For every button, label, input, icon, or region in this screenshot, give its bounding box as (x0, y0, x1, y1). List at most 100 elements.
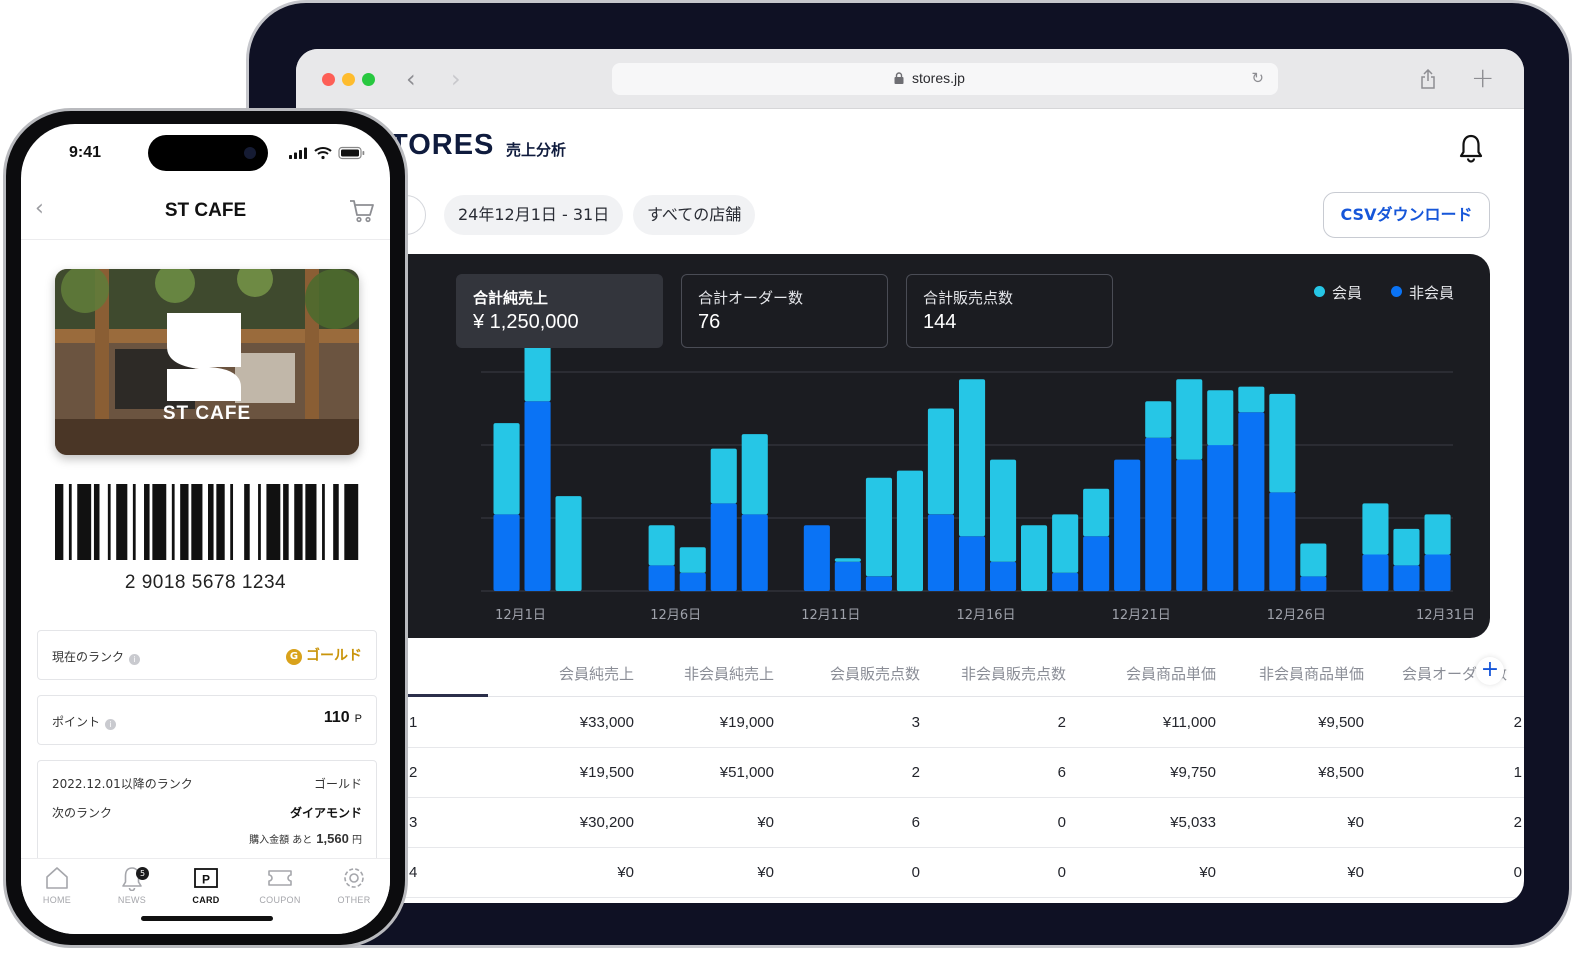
barcode-bar (191, 484, 203, 560)
bar-non-member[interactable] (1207, 445, 1234, 591)
column-header[interactable]: 非会員純売上 (684, 663, 774, 684)
bar-member[interactable] (493, 423, 520, 515)
bar-member[interactable] (927, 408, 954, 515)
reload-icon[interactable]: ↻ (1251, 69, 1264, 87)
bar-non-member[interactable] (990, 561, 1017, 591)
bar-non-member[interactable] (524, 401, 551, 591)
maximize-window-button[interactable] (362, 73, 375, 86)
bar-non-member[interactable] (1176, 459, 1203, 591)
current-rank-row[interactable]: 現在のランク i G ゴールド (37, 630, 377, 680)
bar-member[interactable] (741, 434, 768, 515)
bar-member[interactable] (555, 496, 582, 591)
row-id-cell: 4 (409, 864, 418, 881)
barcode-bar (55, 484, 64, 560)
table-cell: ¥8,500 (1318, 764, 1364, 781)
bar-member[interactable] (896, 470, 923, 592)
bar-non-member[interactable] (1269, 492, 1296, 591)
stat-total-net-sales[interactable]: 合計純売上 ¥ 1,250,000 (456, 274, 663, 348)
bar-non-member[interactable] (1393, 565, 1420, 591)
membership-card[interactable]: ST CAFE (55, 269, 359, 455)
table-row[interactable]: 1 ¥33,000 ¥19,000 3 2 ¥11,000 ¥9,500 2 (296, 698, 1524, 748)
url-text: stores.jp (912, 70, 965, 86)
bar-non-member[interactable] (741, 514, 768, 591)
share-icon[interactable] (1420, 69, 1436, 89)
back-arrow-icon[interactable]: ‹ (406, 65, 416, 93)
legend-member[interactable]: 会員 (1314, 282, 1362, 303)
tab-coupon[interactable]: COUPON (244, 865, 316, 905)
tab-other[interactable]: OTHER (318, 865, 390, 905)
bar-non-member[interactable] (865, 576, 892, 591)
cafe-photo-image (55, 269, 359, 455)
bar-non-member[interactable] (834, 561, 861, 591)
bar-member[interactable] (865, 477, 892, 577)
table-row[interactable]: 2 ¥19,500 ¥51,000 2 6 ¥9,750 ¥8,500 1 (296, 748, 1524, 798)
bar-non-member[interactable] (1424, 554, 1451, 592)
close-window-button[interactable] (322, 73, 335, 86)
csv-download-button[interactable]: CSVダウンロード (1323, 192, 1490, 238)
cart-icon[interactable] (349, 198, 375, 224)
bar-member[interactable] (1238, 386, 1265, 413)
bar-non-member[interactable] (803, 525, 830, 591)
barcode-bar (107, 484, 111, 560)
notification-bell-icon[interactable] (1458, 133, 1484, 163)
tab-card[interactable]: P CARD (170, 865, 242, 905)
bar-non-member[interactable] (1145, 437, 1172, 591)
bar-non-member[interactable] (927, 514, 954, 591)
bar-member[interactable] (990, 459, 1017, 562)
info-icon[interactable]: i (129, 654, 141, 665)
column-header[interactable]: 会員商品単価 (1126, 663, 1216, 684)
legend-non-member-swatch (1391, 286, 1402, 297)
bar-member[interactable] (1083, 488, 1110, 537)
bar-non-member[interactable] (710, 503, 737, 591)
minimize-window-button[interactable] (342, 73, 355, 86)
bar-member[interactable] (1362, 503, 1389, 555)
bar-non-member[interactable] (1083, 536, 1110, 592)
bar-non-member[interactable] (493, 514, 520, 591)
points-row[interactable]: ポイント i 110 P (37, 695, 377, 745)
bottom-tab-bar: HOME 5 NEWS P CARD COUPON OTHER (21, 858, 390, 934)
bar-member[interactable] (834, 558, 861, 562)
bar-member[interactable] (1145, 401, 1172, 438)
bar-member[interactable] (648, 525, 675, 566)
address-bar[interactable]: stores.jp ↻ (612, 63, 1278, 95)
bar-non-member[interactable] (679, 572, 706, 592)
table-row[interactable]: 4 ¥0 ¥0 0 0 ¥0 ¥0 0 (296, 848, 1524, 898)
bar-non-member[interactable] (959, 536, 986, 592)
bar-non-member[interactable] (1238, 412, 1265, 591)
column-header[interactable]: 非会員商品単価 (1259, 663, 1364, 684)
bar-non-member[interactable] (1300, 576, 1327, 591)
bar-member[interactable] (1424, 514, 1451, 555)
bar-member[interactable] (524, 342, 551, 402)
column-header[interactable]: 会員純売上 (559, 663, 634, 684)
table-row[interactable]: 3 ¥30,200 ¥0 6 0 ¥5,033 ¥0 2 (296, 798, 1524, 848)
stat-total-orders[interactable]: 合計オーダー数 76 (681, 274, 888, 348)
bar-member[interactable] (1300, 543, 1327, 577)
column-header[interactable]: 非会員販売点数 (961, 663, 1066, 684)
bar-member[interactable] (1207, 390, 1234, 446)
bar-member[interactable] (1269, 393, 1296, 493)
column-header[interactable]: 会員販売点数 (830, 663, 920, 684)
table-cell: ¥0 (757, 864, 774, 881)
bar-member[interactable] (959, 379, 986, 537)
bar-member[interactable] (1021, 525, 1048, 591)
bar-non-member[interactable] (1362, 554, 1389, 592)
tab-home[interactable]: HOME (21, 865, 93, 905)
bar-member[interactable] (1393, 528, 1420, 566)
bar-non-member[interactable] (648, 565, 675, 591)
bar-member[interactable] (1176, 379, 1203, 460)
bar-member[interactable] (710, 448, 737, 504)
forward-arrow-icon[interactable]: › (451, 65, 461, 93)
new-tab-icon[interactable]: + (1471, 61, 1494, 94)
store-filter[interactable]: すべての店舗 (633, 195, 756, 235)
legend-non-member[interactable]: 非会員 (1391, 282, 1454, 303)
bar-non-member[interactable] (1052, 572, 1079, 592)
table-cell: ¥51,000 (719, 764, 774, 781)
stat-total-items[interactable]: 合計販売点数 144 (906, 274, 1113, 348)
add-column-button[interactable]: + (1476, 657, 1504, 685)
info-icon[interactable]: i (105, 719, 117, 730)
bar-member[interactable] (679, 547, 706, 573)
bar-non-member[interactable] (1114, 459, 1141, 591)
tab-news[interactable]: 5 NEWS (96, 865, 168, 905)
bar-member[interactable] (1052, 514, 1079, 573)
date-range-filter[interactable]: 24年12月1日 - 31日 (444, 195, 624, 235)
